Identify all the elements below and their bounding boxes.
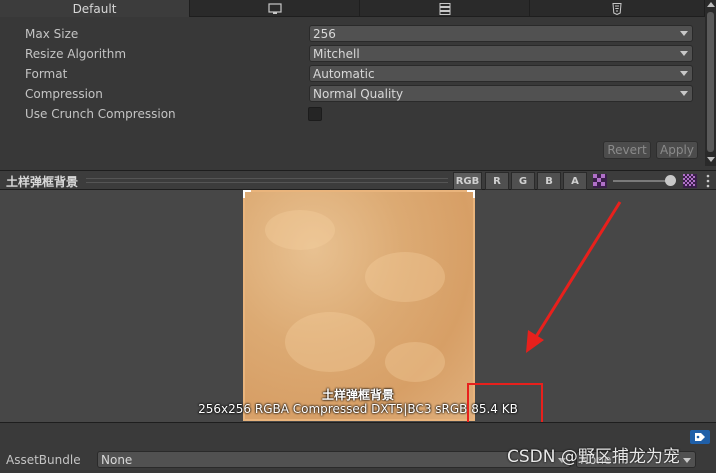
preview-title: 土样弹框背景 — [6, 175, 79, 189]
revert-button[interactable]: Revert — [603, 141, 651, 159]
compression-label: Compression — [25, 87, 103, 101]
compression-row: Compression Normal Quality — [0, 84, 705, 104]
inspector-scrollbar[interactable] — [705, 0, 716, 166]
scroll-up-icon[interactable] — [707, 2, 715, 7]
resize-algorithm-dropdown[interactable]: Mitchell — [309, 45, 693, 62]
monitor-icon — [267, 2, 282, 14]
scroll-down-icon[interactable] — [707, 157, 715, 162]
tab-default[interactable]: Default — [0, 0, 190, 17]
format-dropdown[interactable]: Automatic — [309, 65, 693, 82]
asset-bundle-dropdown[interactable]: None — [97, 451, 571, 468]
crunch-checkbox[interactable] — [308, 107, 322, 121]
resize-algorithm-value: Mitchell — [313, 47, 360, 61]
crunch-row: Use Crunch Compression — [0, 104, 705, 124]
max-size-row: Max Size 256 — [0, 24, 705, 44]
texture-info-label: 256x256 RGBA Compressed DXT5|BC3 sRGB 85… — [198, 402, 518, 416]
max-size-dropdown[interactable]: 256 — [309, 25, 693, 42]
channel-g-button[interactable]: G — [511, 172, 535, 190]
texture-pattern — [365, 252, 445, 302]
corner-marker — [467, 190, 475, 198]
more-options-icon[interactable] — [705, 174, 711, 188]
texture-name-label: 土样弹框背景 — [321, 388, 394, 402]
texture-pattern — [285, 312, 375, 372]
mip-slider[interactable] — [613, 180, 671, 182]
texture-preview-area: 土样弹框背景 256x256 RGBA Compressed DXT5|BC3 … — [0, 190, 716, 425]
resize-algorithm-row: Resize Algorithm Mitchell — [0, 44, 705, 64]
preview-toolbar: 土样弹框背景 RGB R G B A — [0, 170, 716, 190]
crunch-label: Use Crunch Compression — [25, 107, 176, 121]
format-value: Automatic — [313, 67, 375, 81]
corner-marker — [243, 190, 251, 198]
resize-grip[interactable] — [86, 178, 448, 183]
chevron-down-icon — [680, 91, 688, 96]
mip-low-icon[interactable] — [593, 174, 607, 188]
chevron-down-icon — [680, 51, 688, 56]
texture-pattern — [385, 342, 445, 382]
mip-high-icon[interactable] — [683, 174, 697, 188]
watermark-text: CSDN @野区捕龙为宠 — [507, 447, 680, 467]
resize-algorithm-label: Resize Algorithm — [25, 47, 127, 61]
format-row: Format Automatic — [0, 64, 705, 84]
annotation-highlight-box — [467, 383, 543, 425]
tab-server[interactable] — [360, 0, 530, 17]
channel-r-button[interactable]: R — [485, 172, 509, 190]
scrollbar-thumb[interactable] — [707, 12, 714, 152]
mip-slider-knob[interactable] — [665, 175, 676, 186]
apply-button[interactable]: Apply — [656, 141, 698, 159]
channel-a-button[interactable]: A — [563, 172, 587, 190]
format-label: Format — [25, 67, 68, 81]
compression-value: Normal Quality — [313, 87, 404, 101]
tab-webgl[interactable] — [530, 0, 705, 17]
chevron-down-icon — [680, 71, 688, 76]
texture-pattern — [265, 210, 335, 250]
annotation-arrow — [526, 201, 622, 353]
platform-tabs: Default — [0, 0, 705, 17]
label-tag-icon[interactable] — [690, 430, 710, 444]
channel-b-button[interactable]: B — [537, 172, 561, 190]
chevron-down-icon — [683, 458, 691, 463]
max-size-label: Max Size — [25, 27, 79, 41]
tab-default-label: Default — [72, 1, 117, 16]
chevron-down-icon — [680, 31, 688, 36]
asset-bundle-label: AssetBundle — [6, 453, 81, 467]
html5-icon — [612, 2, 622, 15]
compression-dropdown[interactable]: Normal Quality — [309, 85, 693, 102]
server-icon — [439, 2, 450, 15]
tab-standalone[interactable] — [190, 0, 360, 17]
channel-rgb-button[interactable]: RGB — [453, 172, 482, 190]
import-settings-panel: Max Size 256 Resize Algorithm Mitchell F… — [0, 17, 705, 165]
max-size-value: 256 — [313, 27, 336, 41]
asset-bundle-value: None — [101, 453, 133, 467]
